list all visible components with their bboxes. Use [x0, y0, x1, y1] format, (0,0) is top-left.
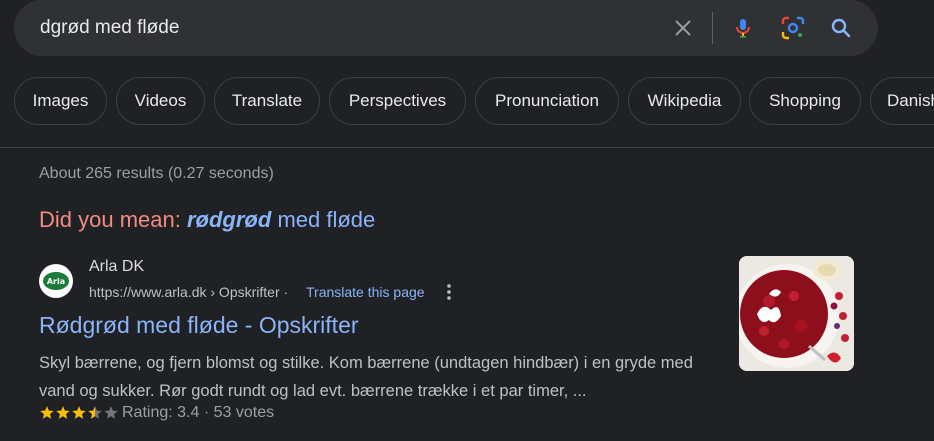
close-icon[interactable] [669, 14, 697, 42]
rating-stars [39, 405, 119, 421]
site-name[interactable]: Arla DK [89, 258, 144, 276]
star-icon [88, 406, 102, 419]
result-stats: About 265 results (0.27 seconds) [39, 165, 274, 182]
chip-perspectives[interactable]: Perspectives [329, 77, 466, 125]
translate-page-link[interactable]: Translate this page [306, 284, 425, 300]
did-you-mean-rest[interactable]: med fløde [277, 207, 375, 232]
search-bar-divider [712, 12, 713, 44]
filter-chips: Images Videos Translate Perspectives Pro… [14, 77, 934, 127]
url-separator: · [283, 284, 289, 300]
result-snippet: Skyl bærrene, og fjern blomst og stilke.… [39, 354, 693, 400]
chip-translate[interactable]: Translate [214, 77, 320, 125]
search-input[interactable]: dgrød med fløde [40, 17, 179, 39]
header-divider [0, 147, 934, 148]
chip-shopping[interactable]: Shopping [749, 77, 861, 125]
chip-wikipedia[interactable]: Wikipedia [628, 77, 741, 125]
microphone-icon[interactable] [729, 14, 757, 42]
star-icon [104, 406, 118, 419]
rating-row: Rating: 3.4 · 53 votes [39, 404, 274, 422]
site-favicon[interactable]: Arla [39, 264, 73, 298]
more-vert-icon[interactable] [442, 282, 456, 302]
chip-danish[interactable]: Danish [870, 77, 934, 125]
did-you-mean: Did you mean: rødgrød med fløde [39, 207, 375, 233]
arla-logo-icon: Arla [43, 272, 69, 290]
did-you-mean-suggestion[interactable]: rødgrød med fløde [187, 207, 375, 232]
star-icon [40, 406, 54, 419]
did-you-mean-label: Did you mean: [39, 207, 181, 232]
meta-separator: · [203, 404, 210, 421]
chip-images[interactable]: Images [14, 77, 107, 125]
search-icon[interactable] [827, 14, 855, 42]
site-url[interactable]: https://www.arla.dk › Opskrifter · [89, 284, 288, 300]
star-icon [72, 406, 86, 419]
chip-pronunciation[interactable]: Pronunciation [475, 77, 619, 125]
star-icon [56, 406, 70, 419]
votes-text: 53 votes [213, 404, 275, 421]
result-thumbnail-image[interactable] [739, 256, 854, 371]
google-lens-icon[interactable] [779, 14, 807, 42]
search-bar[interactable]: dgrød med fløde [14, 0, 878, 56]
result-title-link[interactable]: Rødgrød med fløde - Opskrifter [39, 312, 359, 339]
did-you-mean-corrected-word[interactable]: rødgrød [187, 207, 271, 232]
site-url-text[interactable]: https://www.arla.dk › Opskrifter [89, 284, 280, 300]
chip-videos[interactable]: Videos [116, 77, 205, 125]
rating-text: Rating: 3.4 [122, 404, 200, 421]
